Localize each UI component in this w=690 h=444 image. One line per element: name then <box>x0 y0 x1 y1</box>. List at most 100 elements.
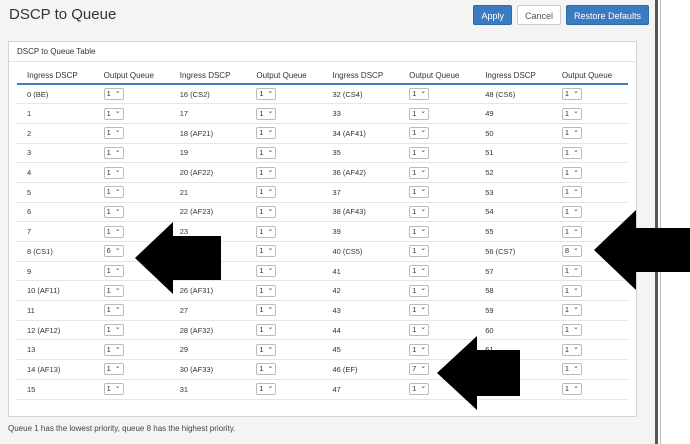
output-queue-select[interactable]: 1 <box>256 185 277 199</box>
output-queue-select[interactable]: 1 <box>256 244 277 258</box>
output-queue-select[interactable]: 1 <box>561 343 582 356</box>
output-queue-select[interactable]: 1 <box>409 185 430 199</box>
ingress-dscp-cell: 33 <box>322 103 400 124</box>
output-queue-select[interactable]: 1 <box>409 126 430 140</box>
output-queue-select[interactable]: 1 <box>409 107 430 120</box>
output-queue-select[interactable]: 1 <box>103 264 124 278</box>
output-queue-select[interactable]: 1 <box>409 146 430 159</box>
output-queue-select[interactable]: 1 <box>561 146 582 159</box>
output-queue-select[interactable]: 1 <box>103 146 124 159</box>
output-queue-cell: 1 <box>551 320 628 341</box>
output-queue-select[interactable]: 1 <box>103 362 124 376</box>
arrow-left-icon <box>594 210 690 290</box>
output-queue-select[interactable]: 1 <box>103 323 124 337</box>
output-queue-select[interactable]: 1 <box>409 323 430 337</box>
output-queue-select[interactable]: 1 <box>409 264 430 278</box>
output-queue-select[interactable]: 1 <box>561 362 582 376</box>
ingress-dscp-cell: 39 <box>322 221 400 242</box>
ingress-dscp-cell: 28 (AF32) <box>169 320 247 341</box>
output-queue-select[interactable]: 1 <box>256 166 277 179</box>
output-queue-select[interactable]: 1 <box>409 303 430 317</box>
output-queue-select[interactable]: 1 <box>561 225 582 238</box>
table-row: 12 (AF12)128 (AF32)1441601 <box>17 320 628 341</box>
output-queue-select[interactable]: 1 <box>256 146 277 159</box>
output-queue-cell: 1 <box>93 182 170 203</box>
output-queue-select[interactable]: 1 <box>409 343 430 356</box>
output-queue-select[interactable]: 1 <box>561 264 582 278</box>
ingress-dscp-cell: 59 <box>475 300 552 321</box>
ingress-dscp-cell: 50 <box>475 123 552 144</box>
output-queue-select[interactable]: 6 <box>103 244 124 258</box>
output-queue-select[interactable]: 1 <box>256 225 277 238</box>
output-queue-select[interactable]: 1 <box>103 303 124 317</box>
output-queue-cell: 1 <box>246 261 323 282</box>
table-header-row: Ingress DSCP Output Queue Ingress DSCP Outp… <box>17 68 628 85</box>
output-queue-select[interactable]: 1 <box>409 225 430 238</box>
output-queue-select[interactable]: 1 <box>256 362 277 376</box>
ingress-dscp-cell: 36 (AF42) <box>322 162 400 183</box>
output-queue-select[interactable]: 1 <box>256 382 277 396</box>
output-queue-select[interactable]: 1 <box>409 244 430 258</box>
output-queue-select[interactable]: 1 <box>561 107 582 120</box>
output-queue-cell: 1 <box>399 241 476 262</box>
output-queue-select[interactable]: 1 <box>409 166 430 179</box>
output-queue-select[interactable]: 1 <box>561 166 582 179</box>
output-queue-select[interactable]: 1 <box>256 323 277 337</box>
ingress-dscp-cell: 20 (AF22) <box>169 162 247 183</box>
output-queue-select[interactable]: 1 <box>409 382 430 396</box>
output-queue-select[interactable]: 1 <box>256 303 277 317</box>
col-header-output-queue: Output Queue <box>93 68 170 85</box>
output-queue-select[interactable]: 1 <box>103 343 124 356</box>
output-queue-cell: 1 <box>399 162 476 183</box>
ingress-dscp-cell: 10 (AF11) <box>17 280 94 302</box>
output-queue-select[interactable]: 8 <box>561 244 582 258</box>
output-queue-select[interactable]: 1 <box>256 205 277 218</box>
output-queue-cell: 1 <box>93 143 170 164</box>
output-queue-select[interactable]: 1 <box>103 126 124 140</box>
output-queue-select[interactable]: 1 <box>256 264 277 278</box>
restore-defaults-button[interactable]: Restore Defaults <box>565 5 649 25</box>
output-queue-cell: 1 <box>399 123 476 144</box>
ingress-dscp-cell: 46 (EF) <box>322 359 400 380</box>
output-queue-select[interactable]: 1 <box>256 87 277 101</box>
cancel-button[interactable]: Cancel <box>516 5 561 25</box>
ingress-dscp-cell: 19 <box>169 143 247 164</box>
apply-button[interactable]: Apply <box>473 5 512 25</box>
output-queue-cell: 1 <box>246 182 323 203</box>
output-queue-select[interactable]: 1 <box>561 126 582 140</box>
output-queue-select[interactable]: 1 <box>103 382 124 396</box>
output-queue-cell: 1 <box>399 202 476 223</box>
output-queue-select[interactable]: 1 <box>103 166 124 179</box>
output-queue-select[interactable]: 1 <box>103 284 124 297</box>
output-queue-select[interactable]: 1 <box>103 225 124 238</box>
output-queue-select[interactable]: 1 <box>256 126 277 140</box>
output-queue-select[interactable]: 1 <box>561 303 582 317</box>
ingress-dscp-cell: 30 (AF33) <box>169 359 247 380</box>
output-queue-select[interactable]: 1 <box>256 284 277 297</box>
output-queue-select[interactable]: 1 <box>561 323 582 337</box>
output-queue-select[interactable]: 1 <box>256 343 277 356</box>
output-queue-cell: 1 <box>399 261 476 282</box>
output-queue-select[interactable]: 1 <box>256 107 277 120</box>
table-body: 0 (BE)116 (CS2)132 (CS4)148 (CS6)1111713… <box>17 84 628 400</box>
output-queue-select[interactable]: 1 <box>103 185 124 199</box>
ingress-dscp-cell: 1 <box>17 103 94 124</box>
output-queue-select[interactable]: 1 <box>103 205 124 218</box>
output-queue-select[interactable]: 1 <box>561 205 582 218</box>
ingress-dscp-cell: 38 (AF43) <box>322 202 400 223</box>
output-queue-select[interactable]: 1 <box>561 87 582 101</box>
ingress-dscp-cell: 18 (AF21) <box>169 123 247 144</box>
output-queue-select[interactable]: 1 <box>409 87 430 101</box>
ingress-dscp-cell: 51 <box>475 143 552 164</box>
output-queue-select[interactable]: 1 <box>561 185 582 199</box>
output-queue-select[interactable]: 1 <box>103 107 124 120</box>
output-queue-select[interactable]: 1 <box>561 284 582 297</box>
output-queue-cell: 1 <box>246 320 323 341</box>
ingress-dscp-cell: 27 <box>169 300 247 321</box>
output-queue-select[interactable]: 1 <box>409 205 430 218</box>
output-queue-select[interactable]: 1 <box>103 87 124 101</box>
output-queue-cell: 1 <box>246 202 323 223</box>
output-queue-select[interactable]: 1 <box>561 382 582 396</box>
output-queue-select[interactable]: 7 <box>409 362 430 376</box>
output-queue-select[interactable]: 1 <box>409 284 430 297</box>
